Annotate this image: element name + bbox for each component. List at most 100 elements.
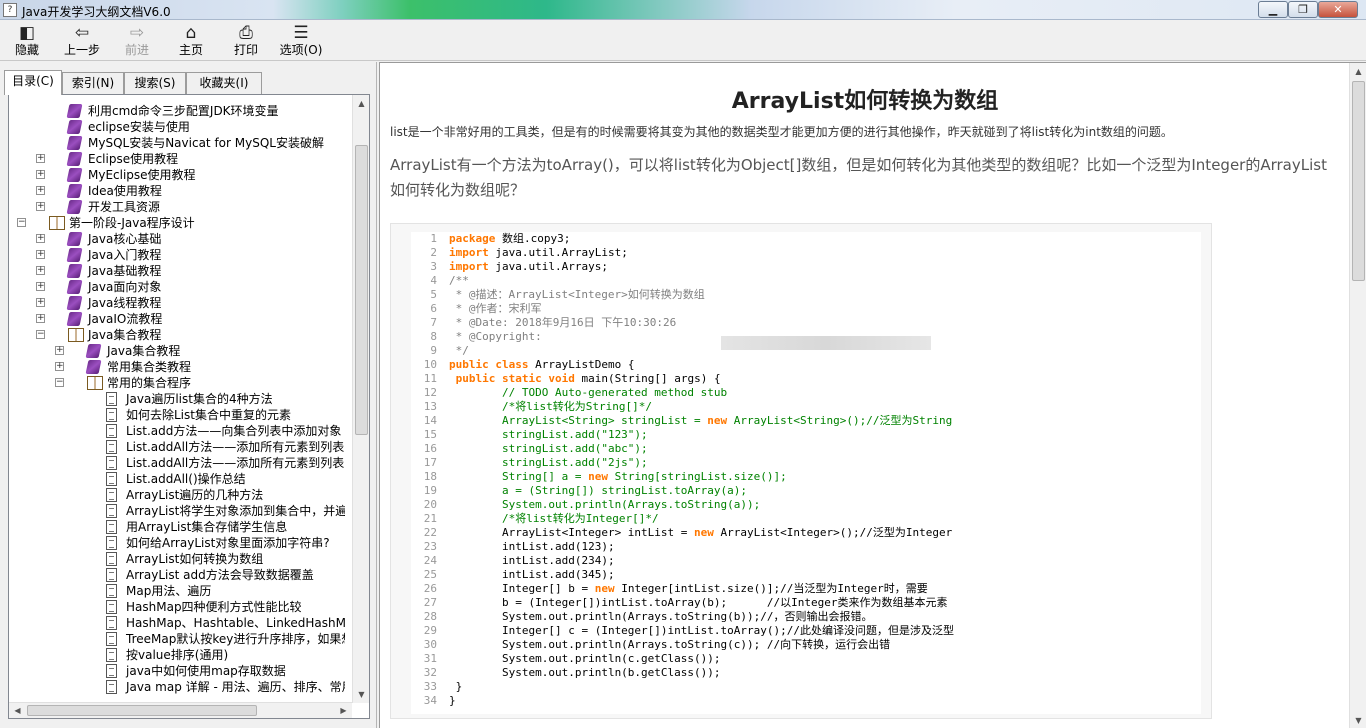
forward-button[interactable]: ⇨ 前进: [112, 23, 162, 59]
code-line: 17 stringList.add("2js");: [411, 456, 1201, 470]
doc-scroll-thumb[interactable]: [1352, 81, 1365, 281]
page-icon: [106, 680, 117, 694]
printer-icon: ⎙: [239, 23, 253, 43]
collapse-icon[interactable]: −: [36, 330, 45, 339]
expand-icon[interactable]: +: [36, 154, 45, 163]
book-icon: [66, 296, 83, 310]
code-line: 26 Integer[] b = new Integer[intList.siz…: [411, 582, 1201, 596]
expand-icon[interactable]: +: [36, 266, 45, 275]
code-text: }: [449, 680, 463, 693]
line-number: 21: [423, 512, 437, 525]
tree-item-label: HashMap、Hashtable、LinkedHashMap排序: [126, 616, 345, 630]
scroll-right-icon[interactable]: ▶: [335, 703, 352, 718]
maximize-button[interactable]: ❐: [1288, 1, 1318, 18]
code-text: ArrayList<Integer> intList = new ArrayLi…: [449, 526, 953, 539]
tab-contents[interactable]: 目录(C): [4, 70, 62, 95]
line-number: 20: [423, 498, 437, 511]
collapse-icon[interactable]: −: [17, 218, 26, 227]
close-button[interactable]: ✕: [1318, 1, 1358, 18]
code-text: Integer[] c = (Integer[])intList.toArray…: [449, 624, 954, 637]
options-icon: ☰: [293, 23, 309, 43]
contents-tree[interactable]: 利用cmd命令三步配置JDK环境变量 eclipse安装与使用 MySQL安装与Na…: [9, 103, 345, 698]
expand-icon[interactable]: +: [36, 298, 45, 307]
line-number: 25: [423, 568, 437, 581]
hide-button[interactable]: ◧ 隐藏: [2, 23, 52, 59]
expand-icon[interactable]: +: [36, 234, 45, 243]
code-line: 31 System.out.println(c.getClass());: [411, 652, 1201, 666]
expand-icon[interactable]: +: [36, 170, 45, 179]
doc-scroll-down-icon[interactable]: ▼: [1350, 712, 1366, 728]
tree-item-label: eclipse安装与使用: [88, 120, 190, 134]
scroll-up-icon[interactable]: ▲: [353, 95, 369, 112]
line-number: 24: [423, 554, 437, 567]
code-line: 15 stringList.add("123");: [411, 428, 1201, 442]
tree-item-label: 如何去除List集合中重复的元素: [126, 408, 291, 422]
options-button[interactable]: ☰ 选项(O): [276, 23, 326, 59]
scroll-left-icon[interactable]: ◀: [9, 703, 26, 718]
tree-item-label: Idea使用教程: [88, 184, 162, 198]
tab-favorites[interactable]: 收藏夹(I): [186, 72, 262, 94]
hide-pane-icon: ◧: [18, 23, 36, 43]
intro-paragraph: list是一个非常好用的工具类，但是有的时候需要将其变为其他的数据类型才能更加方…: [390, 125, 1173, 139]
book-icon: [66, 184, 83, 198]
tab-search[interactable]: 搜索(S): [124, 72, 186, 94]
book-icon: [66, 120, 83, 134]
navigation-pane: 目录(C) 索引(N) 搜索(S) 收藏夹(I) 利用cmd命令三步配置JDK环…: [0, 62, 377, 728]
code-text: intList.add(123);: [449, 540, 615, 553]
code-text: /**: [449, 274, 469, 287]
tree-item-label: ArrayList将学生对象添加到集合中，并遍历: [126, 504, 345, 518]
page-icon: [106, 408, 117, 422]
code-line: 10 public class ArrayListDemo {: [411, 358, 1201, 372]
minimize-button[interactable]: ▁: [1258, 1, 1288, 18]
code-line: 29 Integer[] c = (Integer[])intList.toAr…: [411, 624, 1201, 638]
expand-icon[interactable]: +: [36, 314, 45, 323]
expand-icon[interactable]: +: [36, 202, 45, 211]
line-number: 12: [423, 386, 437, 399]
line-number: 33: [423, 680, 437, 693]
tree-vertical-scrollbar[interactable]: ▲ ▼: [352, 95, 369, 703]
tree-item-label: Java线程教程: [88, 296, 162, 310]
home-button[interactable]: ⌂ 主页: [166, 23, 216, 59]
tree-item-label: Map用法、遍历: [126, 584, 212, 598]
code-text: System.out.println(Arrays.toString(a));: [449, 498, 761, 511]
collapse-icon[interactable]: −: [55, 378, 64, 387]
expand-icon[interactable]: +: [36, 250, 45, 259]
tree-hscroll-thumb[interactable]: [27, 705, 257, 716]
code-line: 27 b = (Integer[])intList.toArray(b); //…: [411, 596, 1201, 610]
expand-icon[interactable]: +: [55, 362, 64, 371]
tab-index[interactable]: 索引(N): [62, 72, 124, 94]
help-doc-icon: ?: [3, 3, 17, 17]
back-button[interactable]: ⇦ 上一步: [57, 23, 107, 59]
options-label: 选项(O): [279, 43, 323, 57]
redacted-copyright: [721, 336, 931, 350]
code-line: 25 intList.add(345);: [411, 568, 1201, 582]
tree-item-label: List.addAll方法——添加所有元素到列表中: [126, 456, 345, 470]
expand-icon[interactable]: +: [36, 186, 45, 195]
expand-icon[interactable]: +: [36, 282, 45, 291]
code-line: 19 a = (String[]) stringList.toArray(a);: [411, 484, 1201, 498]
line-number: 28: [423, 610, 437, 623]
scroll-down-icon[interactable]: ▼: [353, 686, 369, 703]
print-button[interactable]: ⎙ 打印: [221, 23, 271, 59]
tree-item-label: 第一阶段-Java程序设计: [69, 216, 195, 230]
title-bar: ? Java开发学习大纲文档V6.0 ▁ ❐ ✕: [0, 0, 1366, 20]
page-icon: [106, 568, 117, 582]
book-icon: [66, 136, 83, 150]
tree-item-label: 利用cmd命令三步配置JDK环境变量: [88, 104, 279, 118]
code-line: 5 * @描述：ArrayList<Integer>如何转换为数组: [411, 288, 1201, 302]
line-number: 34: [423, 694, 437, 707]
page-icon: [106, 504, 117, 518]
tree-scroll-thumb[interactable]: [355, 145, 368, 435]
code-line: 1 package 数组.copy3;: [411, 232, 1201, 246]
line-number: 18: [423, 470, 437, 483]
tree-horizontal-scrollbar[interactable]: ◀ ▶: [9, 702, 352, 718]
code-text: ArrayList<String> stringList = new Array…: [449, 414, 953, 427]
code-line: 30 System.out.println(Arrays.toString(c)…: [411, 638, 1201, 652]
tree-item-label: 按value排序(通用): [126, 648, 229, 662]
doc-scroll-up-icon[interactable]: ▲: [1350, 63, 1366, 80]
back-arrow-icon: ⇦: [74, 23, 90, 43]
code-text: Integer[] b = new Integer[intList.size()…: [449, 582, 928, 595]
expand-icon[interactable]: +: [55, 346, 64, 355]
code-line: 7 * @Date: 2018年9月16日 下午10:30:26: [411, 316, 1201, 330]
document-vertical-scrollbar[interactable]: ▲ ▼: [1349, 63, 1366, 728]
